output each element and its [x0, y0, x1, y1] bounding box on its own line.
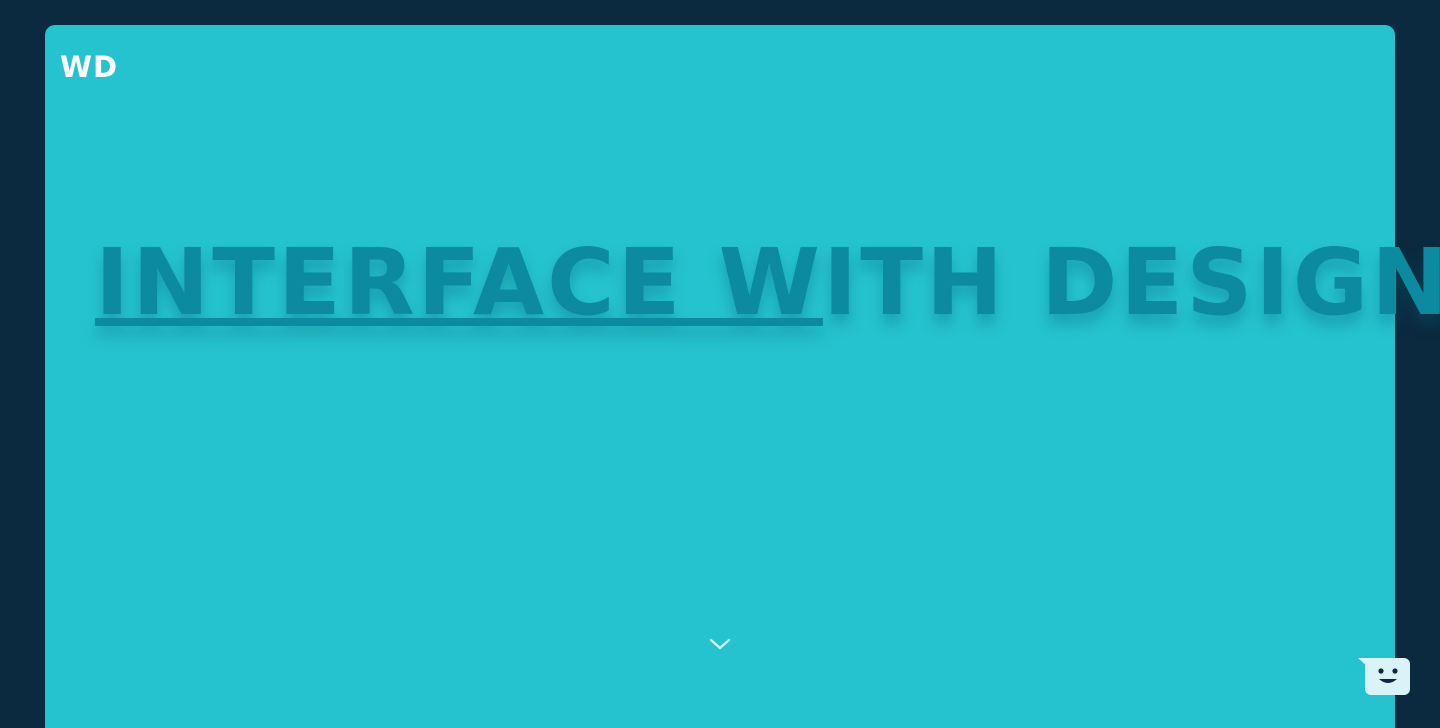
hero-headline: INTERFACE WITH DESIGN. — [95, 221, 1440, 345]
chat-widget-button[interactable] — [1356, 655, 1412, 699]
page: WD INTERFACE WITH DESIGN. — [0, 0, 1440, 728]
logo[interactable]: WD — [60, 52, 118, 82]
headline-rest: ITH DESIGN. — [823, 229, 1440, 336]
scroll-down-button[interactable] — [707, 635, 733, 653]
chat-bot-icon — [1358, 658, 1410, 695]
chevron-down-icon — [709, 638, 731, 650]
hero-section: WD INTERFACE WITH DESIGN. — [45, 25, 1440, 728]
headline-underlined-part: INTERFACE W — [95, 229, 824, 336]
